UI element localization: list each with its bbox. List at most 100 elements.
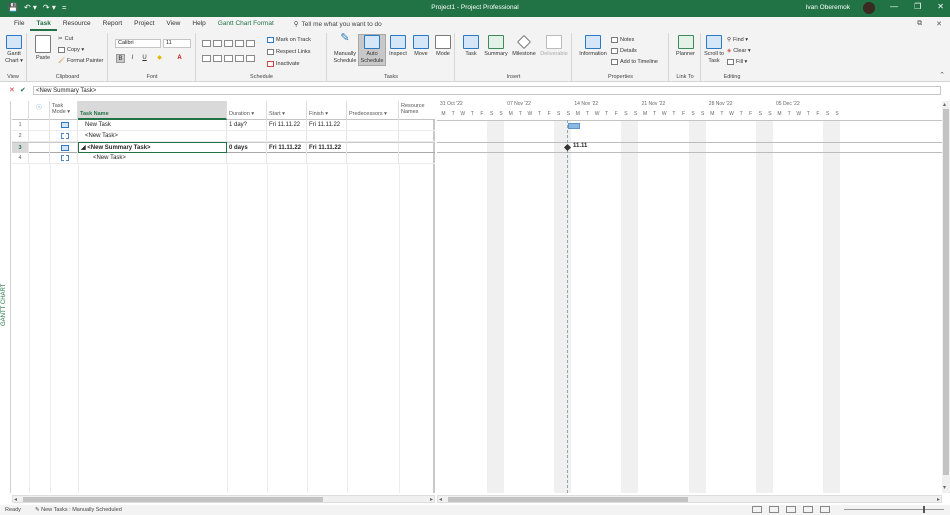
gantt-chart-button[interactable]: Gantt Chart ▾ [3, 35, 25, 65]
entry-field[interactable]: <New Summary Task> [33, 86, 941, 95]
finish-cell[interactable] [307, 153, 347, 164]
cancel-entry-icon[interactable]: ✕ [9, 86, 15, 94]
finish-cell[interactable] [307, 131, 347, 142]
table-row[interactable]: 4 <New Task> [12, 153, 435, 164]
pct-50-button[interactable] [224, 40, 233, 47]
details-button[interactable]: Details [611, 48, 637, 54]
inactivate-button[interactable]: Inactivate [267, 61, 300, 67]
tab-help[interactable]: Help [186, 17, 211, 31]
task-mode-cell[interactable] [50, 131, 78, 142]
milestone-button[interactable]: Milestone [510, 34, 538, 58]
zoom-slider[interactable] [844, 509, 944, 510]
pct-0-button[interactable] [202, 40, 211, 47]
row-number[interactable]: 1 [12, 120, 29, 131]
start-cell[interactable]: Fri 11.11.22 [267, 142, 307, 153]
close-button[interactable]: ✕ [937, 2, 944, 11]
task-name-cell[interactable]: New Task [78, 120, 227, 131]
pct-25-button[interactable] [213, 40, 222, 47]
task-usage-icon[interactable] [769, 506, 779, 513]
task-mode-cell[interactable] [50, 153, 78, 164]
column-header-start[interactable]: Start ▾ [267, 101, 307, 120]
row-number[interactable]: 2 [12, 131, 29, 142]
find-button[interactable]: ⚲ Find ▾ [727, 37, 748, 43]
tab-resource[interactable]: Resource [57, 17, 97, 31]
pct-100-button[interactable] [246, 40, 255, 47]
summary-button[interactable]: Summary [482, 35, 510, 58]
confirm-entry-icon[interactable]: ✔ [20, 86, 26, 94]
pct-75-button[interactable] [235, 40, 244, 47]
duration-cell[interactable] [227, 131, 267, 142]
manually-schedule-button[interactable]: ✎ Manually Schedule [332, 33, 358, 65]
finish-cell[interactable]: Fri 11.11.22 [307, 120, 347, 131]
outdent-button[interactable] [202, 55, 211, 62]
column-header-task-mode[interactable]: Task Mode ▾ [50, 101, 78, 120]
task-mode-cell[interactable] [50, 142, 78, 153]
minimize-button[interactable]: — [890, 2, 898, 11]
start-cell[interactable] [267, 153, 307, 164]
gantt-horizontal-scrollbar[interactable]: ◂ ▸ [437, 495, 942, 503]
start-cell[interactable] [267, 131, 307, 142]
tab-file[interactable]: File [8, 17, 30, 31]
collapse-ribbon-icon[interactable]: ⌃ [939, 71, 945, 79]
link-button[interactable] [224, 55, 233, 62]
scrollbar-thumb[interactable] [23, 497, 323, 502]
team-planner-icon[interactable] [786, 506, 796, 513]
new-tasks-mode[interactable]: ✎ New Tasks : Manually Scheduled [35, 507, 122, 513]
column-header-row-num[interactable] [12, 101, 29, 120]
paste-button[interactable]: Paste [32, 35, 54, 62]
task-bar[interactable] [568, 123, 580, 129]
finish-cell[interactable]: Fri 11.11.22 [307, 142, 347, 153]
task-name-cell[interactable]: <New Task> [78, 153, 227, 164]
table-row[interactable]: 1 New Task 1 day? Fri 11.11.22 Fri 11.11… [12, 120, 435, 131]
resource-sheet-icon[interactable] [803, 506, 813, 513]
row-number[interactable]: 3 [12, 142, 29, 153]
avatar[interactable] [863, 2, 875, 14]
close-doc-icon[interactable]: ✕ [936, 20, 942, 28]
copy-button[interactable]: Copy ▾ [58, 47, 84, 53]
predecessors-cell[interactable] [347, 131, 399, 142]
share-icon[interactable]: ⧉ [917, 20, 922, 28]
scroll-up-icon[interactable]: ▴ [943, 101, 946, 108]
resource-names-cell[interactable] [399, 131, 435, 142]
row-number[interactable]: 4 [12, 153, 29, 164]
predecessors-cell[interactable] [347, 142, 399, 153]
grid-horizontal-scrollbar[interactable]: ◂ ▸ [12, 495, 435, 503]
italic-button[interactable]: I [128, 54, 137, 63]
duration-cell[interactable] [227, 153, 267, 164]
inspect-button[interactable]: Inspect [387, 35, 409, 58]
planner-button[interactable]: Planner [673, 35, 698, 58]
cut-button[interactable]: ✂ Cut [58, 36, 73, 42]
scroll-right-icon[interactable]: ▸ [937, 496, 940, 503]
column-header-indicators[interactable]: ⓘ [29, 101, 50, 120]
report-icon[interactable] [820, 506, 830, 513]
clear-button[interactable]: ◈ Clear ▾ [727, 48, 751, 54]
tab-gantt-chart-format[interactable]: Gantt Chart Format [212, 17, 280, 31]
font-family-select[interactable]: Calibri [115, 39, 161, 48]
column-header-duration[interactable]: Duration ▾ [227, 101, 267, 120]
task-name-cell[interactable]: ◢ <New Summary Task> [78, 142, 227, 153]
format-painter-button[interactable]: 🖌 Format Painter [58, 58, 103, 64]
underline-button[interactable]: U [140, 54, 149, 63]
scroll-right-icon[interactable]: ▸ [430, 496, 433, 503]
information-button[interactable]: Information [577, 35, 609, 58]
scroll-to-task-button[interactable]: Scroll to Task [703, 35, 725, 65]
predecessors-cell[interactable] [347, 120, 399, 131]
indent-button[interactable] [213, 55, 222, 62]
font-size-select[interactable]: 11 [163, 39, 191, 48]
resource-names-cell[interactable] [399, 153, 435, 164]
mode-button[interactable]: Mode [432, 35, 454, 58]
column-header-finish[interactable]: Finish ▾ [307, 101, 347, 120]
highlight-icon[interactable]: ◆ [155, 54, 164, 63]
fill-button[interactable]: Fill ▾ [727, 59, 747, 65]
zoom-slider-thumb[interactable] [923, 506, 925, 513]
auto-schedule-button[interactable]: Auto Schedule [358, 34, 386, 66]
bold-button[interactable]: B [116, 54, 125, 63]
duration-cell[interactable]: 1 day? [227, 120, 267, 131]
notes-button[interactable]: Notes [611, 37, 634, 43]
task-mode-cell[interactable] [50, 120, 78, 131]
scroll-left-icon[interactable]: ◂ [14, 496, 17, 503]
tab-view[interactable]: View [160, 17, 186, 31]
tell-me-box[interactable]: ⚲ Tell me what you want to do [294, 20, 382, 29]
insert-task-button[interactable]: Task [460, 35, 482, 58]
tab-task[interactable]: Task [30, 17, 57, 31]
